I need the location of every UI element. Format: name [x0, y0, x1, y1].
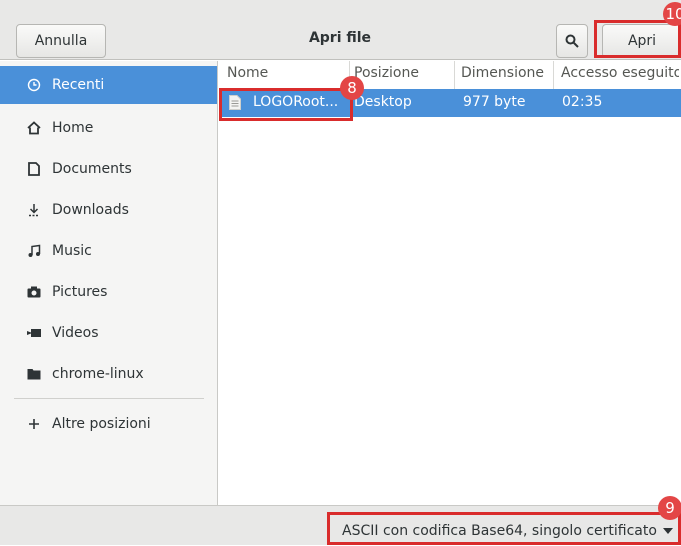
column-header-name[interactable]: Nome	[227, 65, 268, 81]
column-header-location[interactable]: Posizione	[354, 65, 419, 81]
folder-icon	[26, 366, 42, 382]
music-icon	[26, 243, 42, 259]
sidebar-item-recenti[interactable]: Recenti	[0, 66, 217, 104]
table-row[interactable]: LOGORoot... Desktop 977 byte 02:35	[219, 89, 681, 117]
column-divider	[454, 61, 455, 89]
column-divider	[553, 61, 554, 89]
cancel-button[interactable]: Annulla	[16, 24, 106, 58]
camera-icon	[26, 284, 42, 300]
step-badge-file: 8	[340, 76, 364, 100]
file-location: Desktop	[354, 94, 412, 110]
download-icon	[26, 202, 42, 218]
filter-value: ASCII con codifica Base64, singolo certi…	[342, 523, 657, 539]
step-badge-filter: 9	[658, 496, 681, 520]
sidebar-item-pictures[interactable]: Pictures	[0, 273, 217, 311]
places-sidebar: Recenti Home Documents Downloads Music P…	[0, 61, 218, 505]
sidebar-item-videos[interactable]: Videos	[0, 314, 217, 352]
column-header-size[interactable]: Dimensione	[461, 65, 544, 81]
file-name: LOGORoot...	[253, 94, 339, 110]
column-header-accessed[interactable]: Accesso eseguito	[561, 65, 679, 81]
file-accessed: 02:35	[562, 94, 603, 110]
sidebar-item-music[interactable]: Music	[0, 232, 217, 270]
chevron-down-icon	[663, 528, 673, 534]
sidebar-item-label: Music	[52, 243, 92, 259]
sidebar-item-other-locations[interactable]: Altre posizioni	[0, 405, 217, 443]
video-icon	[26, 325, 42, 341]
file-size: 977 byte	[463, 94, 526, 110]
home-icon	[26, 120, 42, 136]
sidebar-item-label: Downloads	[52, 202, 129, 218]
footer-bar: ASCII con codifica Base64, singolo certi…	[0, 505, 681, 545]
sidebar-item-label: Home	[52, 120, 94, 136]
file-list: Nome Posizione Dimensione Accesso esegui…	[219, 61, 681, 505]
sidebar-item-documents[interactable]: Documents	[0, 150, 217, 188]
sidebar-item-downloads[interactable]: Downloads	[0, 191, 217, 229]
sidebar-item-label: Altre posizioni	[52, 416, 151, 432]
clock-icon	[26, 77, 42, 93]
sidebar-item-chrome-linux[interactable]: chrome-linux	[0, 355, 217, 393]
plus-icon	[26, 416, 42, 432]
sidebar-item-label: Pictures	[52, 284, 108, 300]
search-button[interactable]	[556, 24, 588, 58]
sidebar-item-label: Videos	[52, 325, 99, 341]
text-file-icon	[229, 95, 241, 114]
step-badge-open: 10	[663, 2, 681, 26]
header-bar: Annulla Apri file Apri	[0, 0, 681, 60]
sidebar-item-home[interactable]: Home	[0, 109, 217, 147]
sidebar-item-label: Documents	[52, 161, 132, 177]
file-type-filter[interactable]: ASCII con codifica Base64, singolo certi…	[330, 516, 681, 546]
document-icon	[26, 161, 42, 177]
dialog-title: Apri file	[308, 30, 372, 46]
open-button[interactable]: Apri	[602, 24, 681, 58]
sidebar-item-label: chrome-linux	[52, 366, 144, 382]
sidebar-separator	[14, 398, 204, 399]
search-icon	[565, 34, 579, 48]
sidebar-item-label: Recenti	[52, 77, 105, 93]
